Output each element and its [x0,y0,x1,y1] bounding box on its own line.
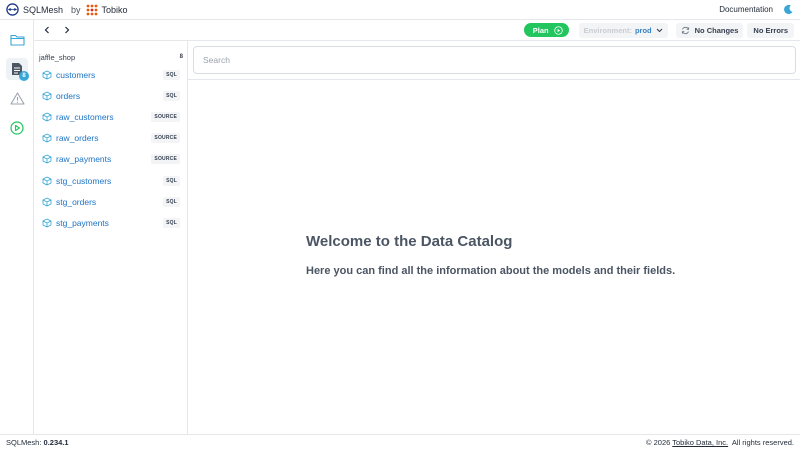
cube-icon [42,112,52,122]
list-item[interactable]: stg_payments SQL [42,216,180,230]
changes-button[interactable]: No Changes [675,22,744,38]
chevron-left-icon [44,26,49,34]
cube-icon [42,197,52,207]
tobiko-logo-icon [86,4,97,15]
cube-icon [42,154,52,164]
copyright-prefix: © 2026 [646,438,671,447]
list-item[interactable]: raw_customers SOURCE [42,110,180,124]
footer: SQLMesh: 0.234.1 © 2026 Tobiko Data, Inc… [0,434,800,450]
plan-label: Plan [532,25,549,35]
model-name: stg_customers [56,176,112,186]
search-input[interactable] [203,55,795,65]
list-item[interactable]: stg_orders SQL [42,195,180,209]
group-name: jaffle_shop [39,52,76,62]
refresh-icon [681,26,689,34]
model-kind-badge: SOURCE [151,112,180,122]
by-text: by [71,4,81,15]
left-rail: 8 [0,20,34,434]
cube-icon [42,91,52,101]
cube-icon [42,176,52,186]
search-box[interactable] [193,46,796,74]
model-name: raw_customers [56,112,114,122]
rail-item-errors[interactable] [6,87,28,109]
app-name: SQLMesh [23,4,64,15]
welcome-title: Welcome to the Data Catalog [306,233,513,250]
company-link[interactable]: Tobiko Data, Inc. [672,438,728,447]
environment-value: prod [634,25,652,35]
rail-item-plan[interactable] [6,117,28,139]
environment-select[interactable]: Environment: prod [578,22,668,38]
model-name: raw_orders [56,133,99,143]
catalog-count-badge: 8 [19,71,29,81]
moon-icon[interactable] [783,4,794,15]
chevron-right-icon [65,26,70,34]
group-header[interactable]: jaffle_shop 8 [39,52,183,62]
copyright: © 2026 Tobiko Data, Inc. All rights rese… [646,438,794,447]
changes-label: No Changes [694,25,739,35]
forward-button[interactable] [60,23,74,37]
cube-icon [42,133,52,143]
model-kind-badge: SQL [163,91,180,101]
sqlmesh-logo-icon [6,3,19,16]
company-name: Tobiko [101,4,128,15]
model-kind-badge: SOURCE [151,133,180,143]
model-name: orders [56,91,81,101]
list-item[interactable]: raw_orders SOURCE [42,131,180,145]
errors-button[interactable]: No Errors [747,22,794,38]
environment-label: Environment: [583,25,632,35]
version-label: SQLMesh: [6,438,42,447]
model-name: stg_orders [56,197,97,207]
top-bar: SQLMesh by Tobiko Documentation [0,0,800,20]
model-kind-badge: SQL [163,197,180,207]
model-name: customers [56,70,96,80]
model-kind-badge: SOURCE [151,154,180,164]
rail-item-files[interactable] [6,28,28,50]
play-circle-icon [553,25,563,35]
rights-text: All rights reserved. [731,438,794,447]
cube-icon [42,218,52,228]
rail-item-catalog[interactable]: 8 [6,58,29,81]
chevron-down-icon [656,28,663,32]
list-item[interactable]: orders SQL [42,89,180,103]
welcome-subtitle: Here you can find all the information ab… [306,265,676,277]
divider [188,79,800,80]
documentation-link[interactable]: Documentation [719,5,773,14]
model-name: raw_payments [56,154,112,164]
cube-icon [42,70,52,80]
list-item[interactable]: raw_payments SOURCE [42,152,180,166]
plan-button[interactable]: Plan [523,23,569,37]
play-circle-icon [10,121,24,135]
group-count: 8 [179,54,183,60]
toolbar: Plan Environment: prod No Changes No Err… [34,20,800,41]
back-button[interactable] [40,23,54,37]
list-item[interactable]: stg_customers SQL [42,174,180,188]
brand[interactable]: SQLMesh by Tobiko [6,3,128,16]
list-item[interactable]: customers SQL [42,68,180,82]
folder-icon [9,34,25,46]
model-kind-badge: SQL [163,218,180,228]
model-name: stg_payments [56,218,109,228]
model-list: jaffle_shop 8 customers SQL orders SQL r… [34,41,188,434]
errors-label: No Errors [753,25,788,35]
version-number: 0.234.1 [43,438,69,447]
model-kind-badge: SQL [163,70,180,80]
model-kind-badge: SQL [163,176,180,186]
warning-icon [9,91,25,105]
